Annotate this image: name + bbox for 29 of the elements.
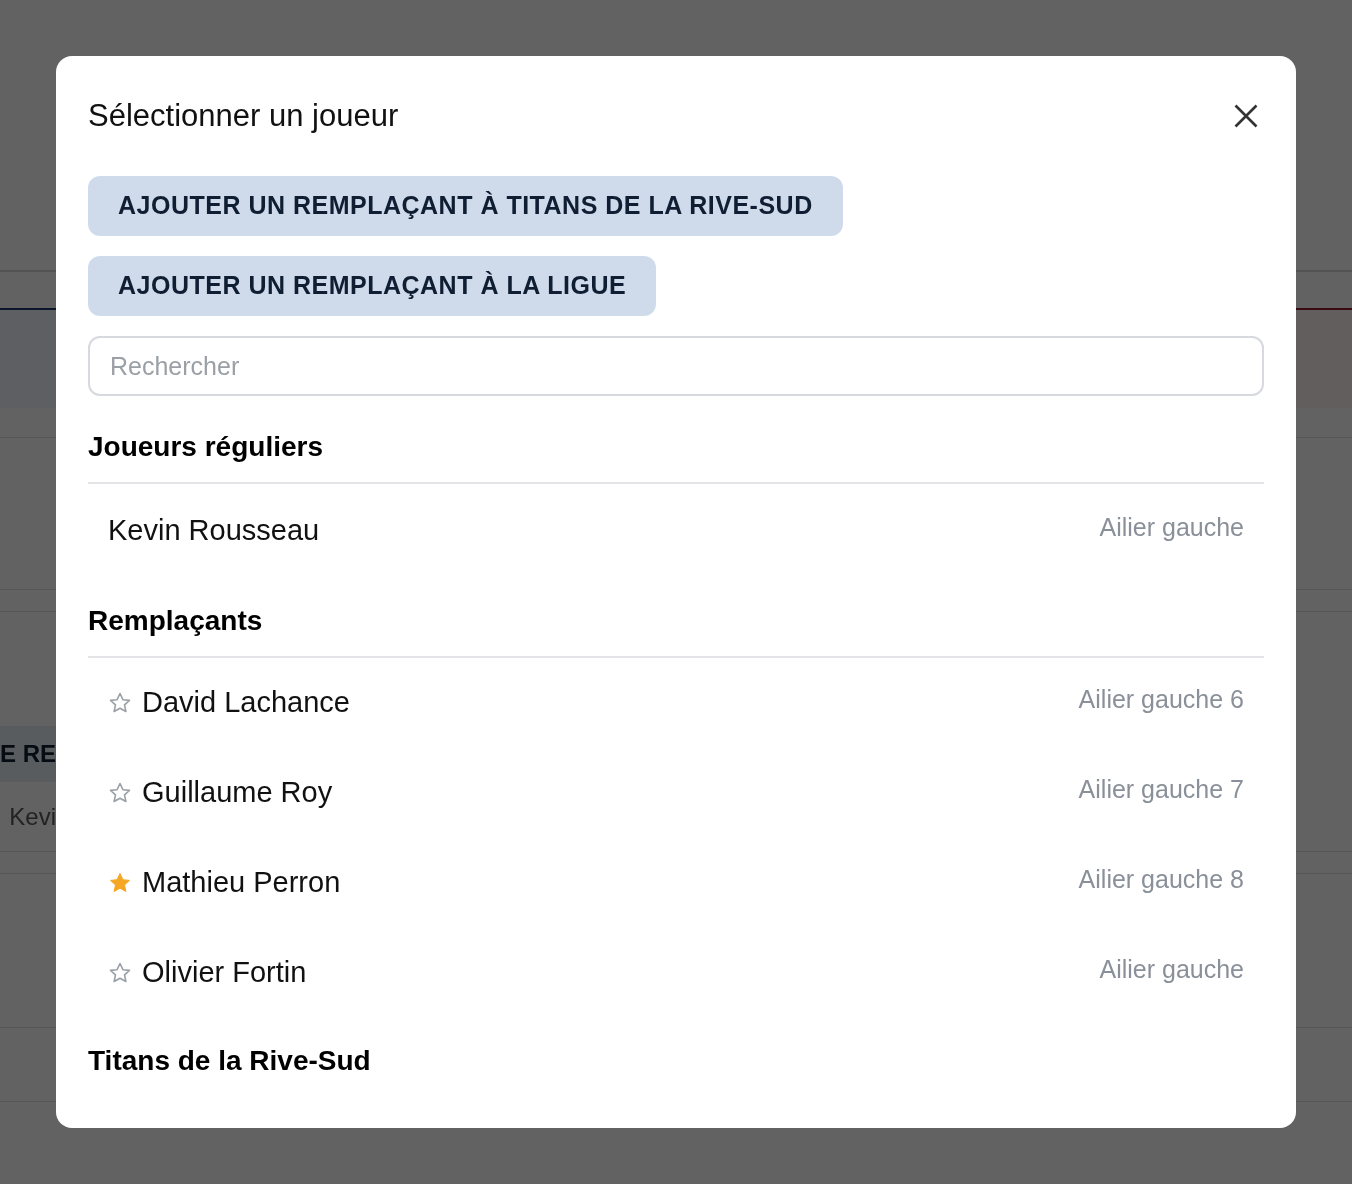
player-position: Ailier gauche 7 [1078,774,1244,806]
section-heading: Titans de la Rive-Sud [88,1044,372,1078]
banner-text: E RE [0,739,56,769]
close-icon[interactable] [1232,102,1260,130]
player-position: Ailier gauche [1099,512,1244,544]
player-name: David Lachance [142,685,350,721]
add-substitute-button[interactable]: AJOUTER UN REMPLAÇANT À TITANS DE LA RIVE-SUD [88,176,843,236]
player-row[interactable]: Kevin Rousseau Ailier gauche [88,484,1264,578]
player-name: Kevin Rousseau [108,513,320,549]
player-row[interactable]: David Lachance Ailier gauche 6 [88,658,1264,748]
star-icon[interactable] [108,871,132,895]
search-field[interactable]: Rechercher [88,336,1264,396]
player-name: Kevi [9,801,56,832]
player-row[interactable]: Olivier Fortin Ailier gauche [88,928,1264,1018]
player-row[interactable]: Mathieu Perron Ailier gauche 8 [88,838,1264,928]
player-position: Ailier gauche 6 [1078,684,1244,716]
player-position: Ailier gauche [1099,954,1244,986]
section-heading: Joueurs réguliers [88,426,1264,484]
star-icon[interactable] [108,781,132,805]
player-position: Ailier gauche 8 [1078,864,1244,896]
player-name: Mathieu Perron [142,865,341,901]
add-substitute-button[interactable]: AJOUTER UN REMPLAÇANT À LA LIGUE [88,256,657,316]
star-icon[interactable] [108,961,132,985]
star-icon[interactable] [108,691,132,715]
player-name: Guillaume Roy [142,775,333,811]
section-heading: Remplaçants [88,600,1264,658]
dialog-title: Sélectionner un joueur [88,96,399,135]
player-name: Olivier Fortin [142,955,307,991]
player-row[interactable]: Guillaume Roy Ailier gauche 7 [88,748,1264,838]
